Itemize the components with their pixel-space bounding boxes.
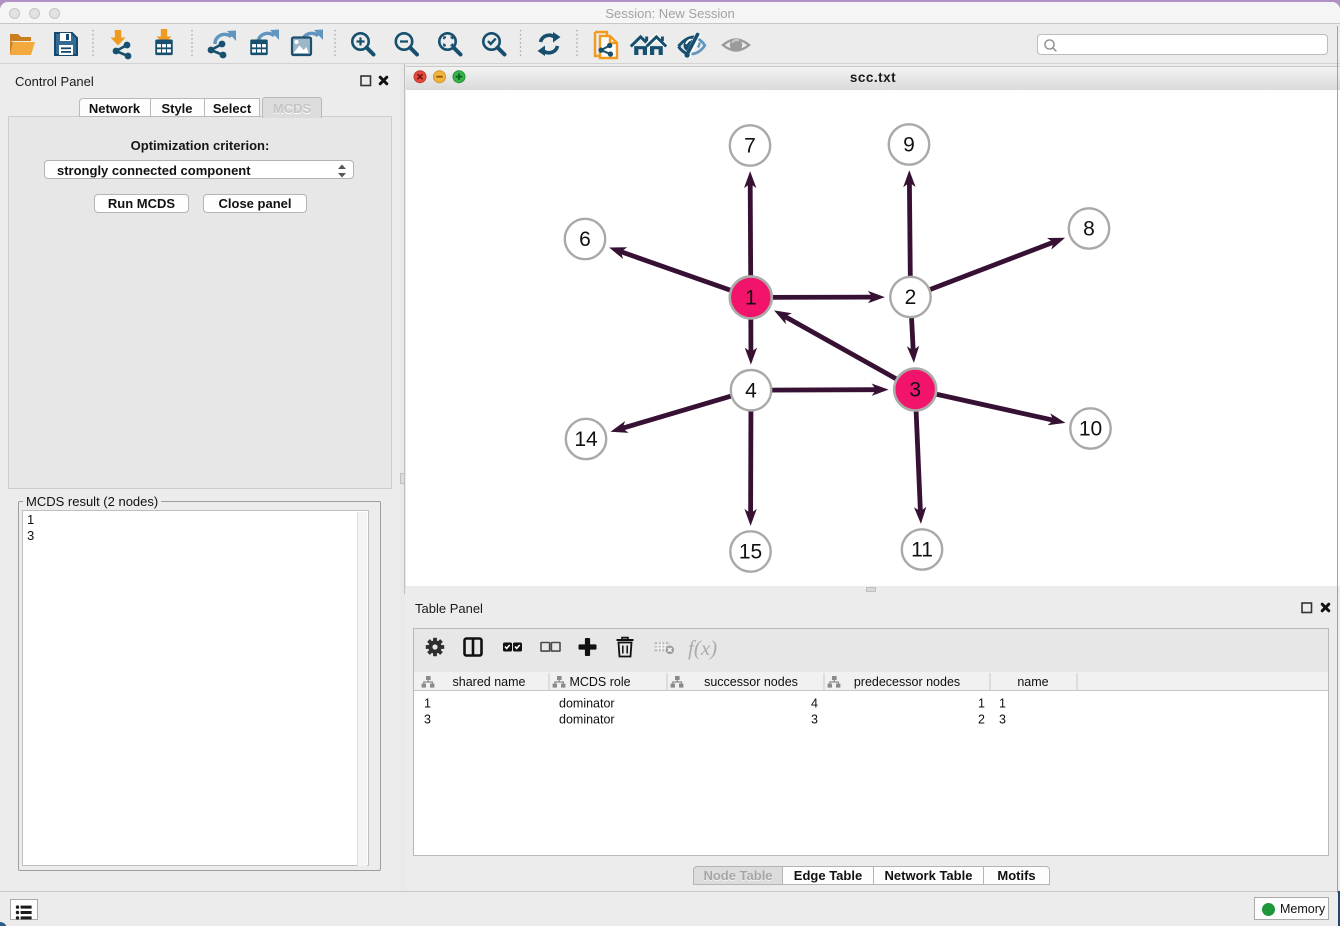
svg-text:3: 3 <box>999 713 1006 727</box>
svg-text:dominator: dominator <box>559 697 615 711</box>
svg-text:7: 7 <box>744 135 756 158</box>
svg-text:3: 3 <box>811 713 818 727</box>
svg-text:f(x): f(x) <box>688 636 717 660</box>
svg-text:2: 2 <box>978 713 985 727</box>
svg-text:14: 14 <box>574 428 598 451</box>
svg-text:2: 2 <box>905 286 917 309</box>
svg-text:3: 3 <box>909 379 921 402</box>
svg-text:15: 15 <box>739 541 762 564</box>
svg-text:6: 6 <box>579 228 591 251</box>
svg-text:9: 9 <box>903 134 915 157</box>
svg-text:4: 4 <box>745 379 757 402</box>
svg-text:shared name: shared name <box>453 675 526 689</box>
svg-text:10: 10 <box>1079 418 1102 441</box>
svg-text:dominator: dominator <box>559 713 615 727</box>
svg-text:successor nodes: successor nodes <box>704 675 798 689</box>
svg-text:name: name <box>1017 675 1048 689</box>
svg-text:8: 8 <box>1083 218 1095 241</box>
svg-text:1: 1 <box>978 697 985 711</box>
svg-text:1: 1 <box>999 697 1006 711</box>
svg-text:1: 1 <box>424 697 431 711</box>
svg-text:11: 11 <box>911 539 933 562</box>
svg-text:MCDS role: MCDS role <box>569 675 630 689</box>
svg-text:4: 4 <box>811 697 818 711</box>
svg-text:1: 1 <box>745 287 757 310</box>
svg-text:3: 3 <box>424 713 431 727</box>
svg-text:predecessor nodes: predecessor nodes <box>854 675 960 689</box>
